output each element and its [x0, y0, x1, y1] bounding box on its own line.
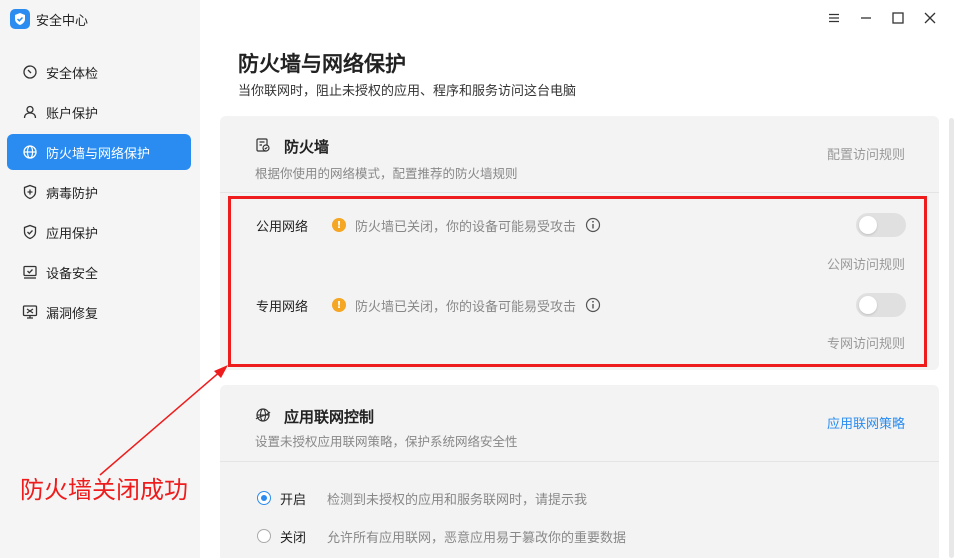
disable-label: 关闭: [280, 531, 307, 546]
close-icon[interactable]: [914, 8, 946, 28]
warning-icon: !: [332, 298, 346, 312]
toggle-knob: [859, 296, 877, 314]
window-controls: [818, 8, 946, 28]
app-title: 安全中心: [36, 13, 89, 29]
firewall-desc: 根据你使用的网络模式，配置推荐的防火墙规则: [255, 166, 518, 181]
scrollbar[interactable]: [949, 118, 954, 558]
public-network-label: 公用网络: [256, 220, 309, 235]
warning-icon: !: [332, 218, 346, 232]
globe-icon: [22, 144, 38, 160]
sidebar-item-label: 应用保护: [46, 226, 99, 242]
toggle-knob: [859, 216, 877, 234]
sidebar-item-device[interactable]: 设备安全: [7, 254, 191, 290]
app-header: 安全中心: [10, 8, 88, 30]
private-network-label: 专用网络: [256, 300, 309, 315]
disable-radio[interactable]: [257, 529, 271, 543]
sidebar-nav: 安全体检 账户保护 防火墙与网络保护 病毒防护 应用保护 设备安全 漏洞修复: [7, 54, 191, 334]
menu-icon[interactable]: [818, 8, 850, 28]
page-subtitle: 当你联网时，阻止未授权的应用、程序和服务访问这台电脑: [238, 84, 577, 99]
user-icon: [22, 104, 38, 120]
sidebar-item-vuln[interactable]: 漏洞修复: [7, 294, 191, 330]
network-app-icon: [255, 407, 271, 423]
sidebar-item-label: 安全体检: [46, 66, 99, 82]
private-network-status: 防火墙已关闭，你的设备可能易受攻击: [355, 300, 577, 315]
device-check-icon: [22, 264, 38, 280]
sidebar-item-firewall[interactable]: 防火墙与网络保护: [7, 134, 191, 170]
sidebar-item-account[interactable]: 账户保护: [7, 94, 191, 130]
enable-label: 开启: [280, 493, 307, 508]
app-network-control-card: 应用联网控制 设置未授权应用联网策略，保护系统网络安全性 应用联网策略 开启 检…: [220, 385, 939, 558]
private-rules-link[interactable]: 专网访问规则: [827, 333, 905, 352]
sidebar-item-checkup[interactable]: 安全体检: [7, 54, 191, 90]
firewall-card: 防火墙 根据你使用的网络模式，配置推荐的防火墙规则 配置访问规则 公用网络 ! …: [220, 116, 939, 370]
page-title: 防火墙与网络保护: [238, 52, 406, 76]
info-icon[interactable]: [585, 217, 601, 233]
monitor-repair-icon: [22, 304, 38, 320]
sidebar-item-app-protect[interactable]: 应用保护: [7, 214, 191, 250]
maximize-icon[interactable]: [882, 8, 914, 28]
sidebar-item-label: 病毒防护: [46, 186, 99, 202]
checkup-icon: [22, 64, 38, 80]
sidebar-item-label: 防火墙与网络保护: [46, 146, 151, 162]
shield-logo-icon: [10, 9, 30, 29]
divider: [220, 461, 939, 462]
minimize-icon[interactable]: [850, 8, 882, 28]
shield-plus-icon: [22, 184, 38, 200]
firewall-title: 防火墙: [284, 138, 330, 156]
app-control-desc: 设置未授权应用联网策略，保护系统网络安全性: [255, 434, 518, 449]
public-rules-link[interactable]: 公网访问规则: [827, 254, 905, 273]
firewall-icon: [255, 137, 271, 153]
info-icon[interactable]: [585, 297, 601, 313]
app-control-title: 应用联网控制: [284, 408, 375, 426]
sidebar-item-label: 设备安全: [46, 266, 99, 282]
enable-radio[interactable]: [257, 491, 271, 505]
public-network-toggle[interactable]: [856, 213, 906, 237]
sidebar-item-label: 账户保护: [46, 106, 99, 122]
shield-check-icon: [22, 224, 38, 240]
annotation-text: 防火墙关闭成功: [20, 476, 188, 504]
divider: [220, 192, 939, 193]
sidebar-item-virus[interactable]: 病毒防护: [7, 174, 191, 210]
configure-rules-link[interactable]: 配置访问规则: [827, 144, 905, 163]
disable-desc: 允许所有应用联网，恶意应用易于篡改你的重要数据: [327, 531, 627, 546]
sidebar-item-label: 漏洞修复: [46, 306, 99, 322]
private-network-toggle[interactable]: [856, 293, 906, 317]
public-network-status: 防火墙已关闭，你的设备可能易受攻击: [355, 220, 577, 235]
enable-desc: 检测到未授权的应用和服务联网时，请提示我: [327, 493, 588, 508]
app-network-policy-link[interactable]: 应用联网策略: [827, 413, 905, 432]
